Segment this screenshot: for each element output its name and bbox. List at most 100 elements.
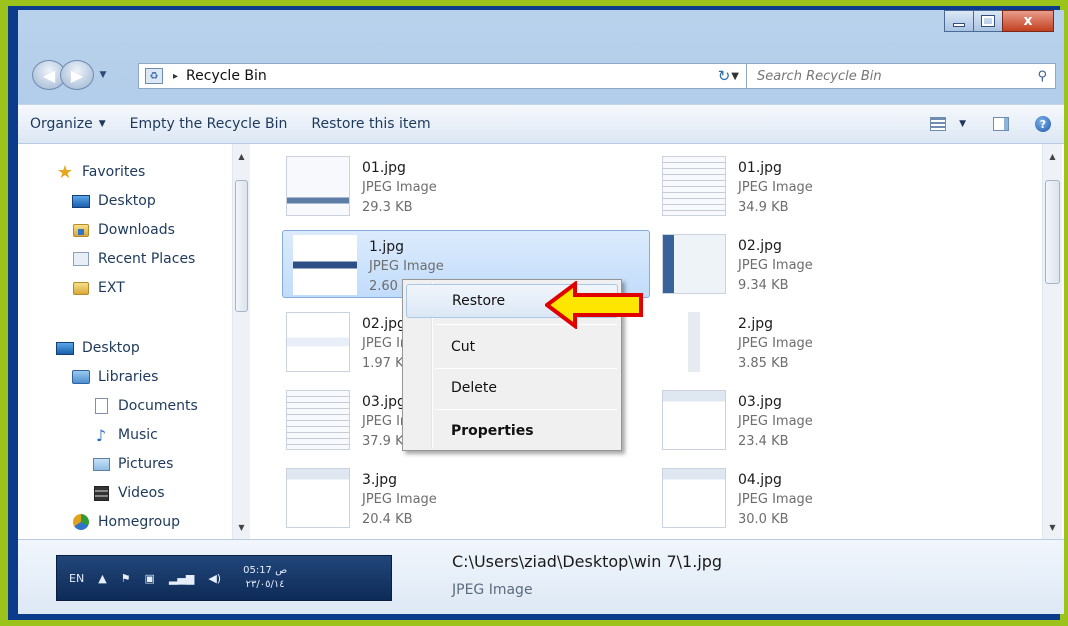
pointer-arrow-icon [545,281,643,329]
sidebar-item-music[interactable]: ♪ Music [92,423,158,447]
forward-arrow-icon: ▶ [70,65,84,85]
organize-button[interactable]: Organize ▼ [18,105,118,143]
minimize-button[interactable] [944,10,974,32]
desktop-icon [72,193,90,209]
chevron-down-icon: ▼ [98,119,106,129]
sidebar-item-documents[interactable]: Documents [92,394,198,418]
close-button[interactable]: x [1002,10,1054,32]
breadcrumb-separator[interactable]: ▸ [173,71,178,82]
scroll-down-icon[interactable]: ▼ [1043,519,1062,535]
file-tile[interactable]: 01.jpg JPEG Image 34.9 KB [652,152,1020,220]
sidebar-item-ext[interactable]: EXT [72,276,125,300]
sidebar-item-desktop[interactable]: Desktop [72,189,156,213]
file-name: 01.jpg [738,160,782,176]
file-size: 20.4 KB [362,512,413,527]
scroll-up-icon[interactable]: ▲ [1043,148,1062,164]
file-tile[interactable]: 2.jpg JPEG Image 3.85 KB [652,308,1020,376]
forward-button[interactable]: ▶ [60,60,94,90]
help-button[interactable]: ? [1032,115,1054,133]
file-thumbnail [286,156,350,216]
context-properties[interactable]: Properties [406,414,618,448]
sidebar-item-favorites[interactable]: ★ Favorites [56,160,145,184]
refresh-icon: ↻ [717,67,731,85]
signal-icon: ▂▄▆ [168,571,195,585]
back-arrow-icon: ◀ [42,65,56,85]
change-view-button[interactable] [927,115,949,133]
empty-recycle-bin-button[interactable]: Empty the Recycle Bin [118,105,300,143]
file-name: 03.jpg [738,394,782,410]
file-tile[interactable]: 02.jpg JPEG Image 9.34 KB [652,230,1020,298]
navigation-pane: ★ Favorites Desktop Downloads Recent Pla… [18,144,250,539]
address-bar[interactable]: ♻ ▸ Recycle Bin ▼ [138,63,748,89]
minimize-icon [953,23,965,27]
scrollbar-thumb[interactable] [235,180,248,312]
file-path: C:\Users\ziad\Desktop\win 7\1.jpg [452,552,723,571]
search-box[interactable]: ⚲ [746,63,1056,89]
navigation-buttons: ◀ ▶ ▼ [32,60,110,90]
file-tile[interactable]: 01.jpg JPEG Image 29.3 KB [276,152,644,220]
refresh-button[interactable]: ↻ [708,63,740,89]
clock-time: 05:17 ص [243,565,288,576]
sidebar-item-label: Recent Places [98,251,196,267]
context-cut[interactable]: Cut [406,330,618,364]
file-list-scrollbar[interactable]: ▲ ▼ [1042,144,1062,539]
maximize-button[interactable] [973,10,1003,32]
navigation-scrollbar[interactable]: ▲ ▼ [232,144,250,539]
search-icon[interactable]: ⚲ [1037,69,1047,84]
sidebar-item-label: Favorites [82,164,146,180]
sidebar-item-pictures[interactable]: Pictures [92,452,173,476]
file-thumbnail [286,312,350,372]
preview-pane-icon [993,117,1009,131]
sidebar-item-videos[interactable]: Videos [92,481,165,505]
sidebar-item-label: Videos [118,485,165,501]
file-thumbnail [662,468,726,528]
recycle-bin-icon: ♻ [145,68,163,84]
file-thumbnail [286,390,350,450]
clock: 05:17 ص ٢٣/٠٥/١٤ [243,564,287,592]
file-thumbnail [662,390,726,450]
sidebar-item-downloads[interactable]: Downloads [72,218,175,242]
file-type: JPEG Image [738,492,813,507]
caption-buttons: x [944,10,1054,32]
search-input[interactable] [757,68,1017,84]
file-type: JPEG Image [738,180,813,195]
scrollbar-thumb[interactable] [1045,180,1060,284]
restore-item-button[interactable]: Restore this item [299,105,442,143]
maximize-icon [981,15,995,27]
file-size: 3.85 KB [738,356,789,371]
preview-pane-button[interactable] [990,115,1012,133]
file-name: 2.jpg [738,316,774,332]
sidebar-item-homegroup[interactable]: Homegroup [72,510,180,534]
views-dropdown-icon[interactable]: ▼ [959,119,966,129]
file-name: 3.jpg [362,472,398,488]
file-size: 23.4 KB [738,434,789,449]
sidebar-item-recent-places[interactable]: Recent Places [72,247,195,271]
sidebar-item-libraries[interactable]: Libraries [72,365,158,389]
file-type: JPEG Image [362,492,437,507]
file-name: 01.jpg [362,160,406,176]
file-thumbnail [286,468,350,528]
file-tile[interactable]: 04.jpg JPEG Image 30.0 KB [652,464,1020,532]
sidebar-item-label: Desktop [98,193,156,209]
scroll-down-icon[interactable]: ▼ [233,519,250,535]
command-bar: Organize ▼ Empty the Recycle Bin Restore… [18,104,1064,144]
clock-date: ٢٣/٠٥/١٤ [245,579,285,590]
recent-pages-dropdown[interactable]: ▼ [96,60,110,90]
thumbnail-preview: EN ▲ ⚑ ▣ ▂▄▆ ◀) 05:17 ص ٢٣/٠٥/١٤ [56,555,392,601]
file-type: JPEG Image [738,258,813,273]
file-tile[interactable]: 3.jpg JPEG Image 20.4 KB [276,464,644,532]
file-size: 34.9 KB [738,200,789,215]
context-delete[interactable]: Delete [406,371,618,405]
scroll-up-icon[interactable]: ▲ [233,148,250,164]
homegroup-icon [72,514,90,530]
file-tile[interactable]: 03.jpg JPEG Image 23.4 KB [652,386,1020,454]
sidebar-item-desktop-root[interactable]: Desktop [56,336,140,360]
breadcrumb-recycle-bin[interactable]: Recycle Bin [186,68,267,84]
music-icon: ♪ [95,425,107,445]
document-icon [92,398,110,414]
organize-label: Organize [30,116,93,132]
file-type: JPEG Image [738,414,813,429]
language-indicator: EN [69,571,85,585]
flag-icon: ⚑ [120,571,131,585]
star-icon: ★ [56,161,74,183]
